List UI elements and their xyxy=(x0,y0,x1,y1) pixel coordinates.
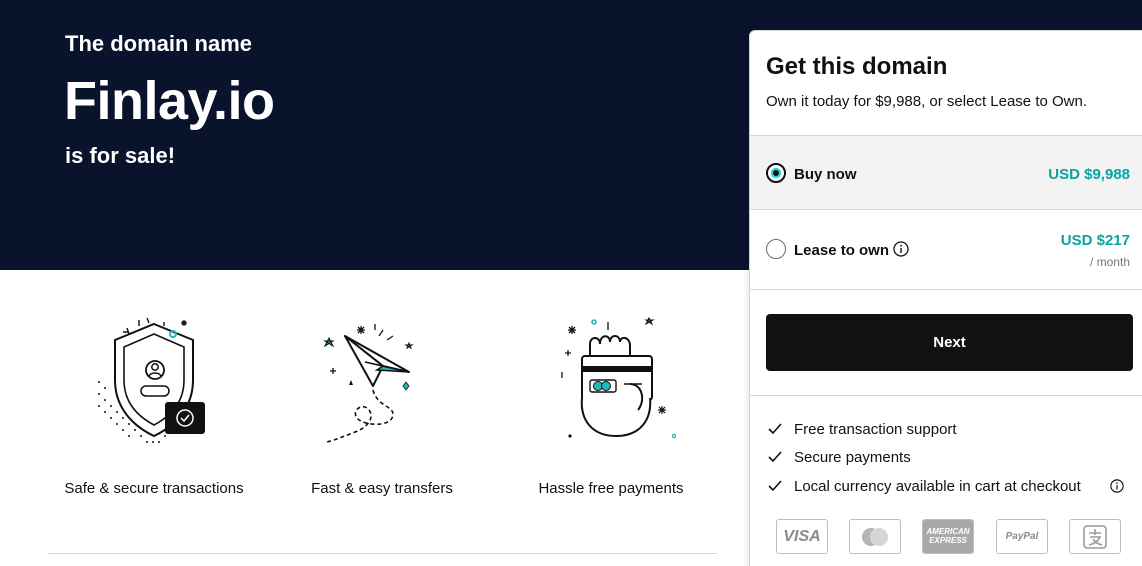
benefit-text: Local currency available in cart at chec… xyxy=(794,478,1081,495)
feature-secure: Safe & secure transactions xyxy=(54,310,254,497)
benefit-item: Free transaction support xyxy=(766,420,1126,440)
sale-text: is for sale! xyxy=(65,143,176,168)
radio-lease-to-own[interactable] xyxy=(766,239,786,259)
amex-icon: AMERICAN EXPRESS xyxy=(922,519,974,554)
domain-name: Finlay.io xyxy=(64,71,275,131)
info-icon[interactable] xyxy=(1110,479,1124,493)
option-label: Lease to own xyxy=(794,242,890,259)
check-icon xyxy=(768,480,782,492)
alipay-icon xyxy=(1069,519,1121,554)
next-button[interactable]: Next xyxy=(766,314,1133,371)
mastercard-circles xyxy=(862,527,888,546)
amex-text: AMERICAN EXPRESS xyxy=(923,520,973,553)
mastercard-icon xyxy=(849,519,901,554)
alipay-logo xyxy=(1083,524,1107,549)
section-divider xyxy=(48,553,717,554)
visa-text: VISA xyxy=(783,527,821,545)
benefit-item: Local currency available in cart at chec… xyxy=(766,477,1142,497)
shield-user-icon xyxy=(98,317,205,443)
card-divider xyxy=(750,395,1142,396)
check-icon xyxy=(768,451,782,463)
benefit-item: Secure payments xyxy=(766,448,1126,468)
paypal-text: PayPal xyxy=(1005,531,1039,542)
feature-payments: Hassle free payments xyxy=(511,310,711,497)
option-label: Buy now xyxy=(794,166,857,183)
paper-plane-icon xyxy=(323,324,414,443)
info-icon[interactable] xyxy=(893,241,909,257)
hand-card-icon xyxy=(561,316,676,439)
feature-label: Safe & secure transactions xyxy=(64,480,244,497)
hero-subtitle: The domain name xyxy=(65,31,253,56)
check-icon xyxy=(768,423,782,435)
option-lease-to-own[interactable]: Lease to own USD $217 / month xyxy=(750,209,1142,290)
feature-label: Hassle free payments xyxy=(538,480,684,497)
buy-price: USD $9,988 xyxy=(1048,166,1130,183)
paypal-icon: PayPal xyxy=(996,519,1048,554)
benefit-text: Free transaction support xyxy=(794,421,957,438)
purchase-card: Get this domain Own it today for $9,988,… xyxy=(749,30,1142,566)
visa-icon: VISA xyxy=(776,519,828,554)
radio-buy-now[interactable] xyxy=(766,163,786,183)
option-buy-now[interactable]: Buy now USD $9,988 xyxy=(750,135,1142,209)
feature-label: Fast & easy transfers xyxy=(311,480,453,497)
card-title: Get this domain xyxy=(766,53,948,80)
lease-price: USD $217 xyxy=(1060,232,1130,249)
benefit-text: Secure payments xyxy=(794,449,911,466)
feature-transfers: Fast & easy transfers xyxy=(282,310,482,497)
lease-period: / month xyxy=(1089,255,1130,269)
card-description: Own it today for $9,988, or select Lease… xyxy=(766,93,1088,110)
